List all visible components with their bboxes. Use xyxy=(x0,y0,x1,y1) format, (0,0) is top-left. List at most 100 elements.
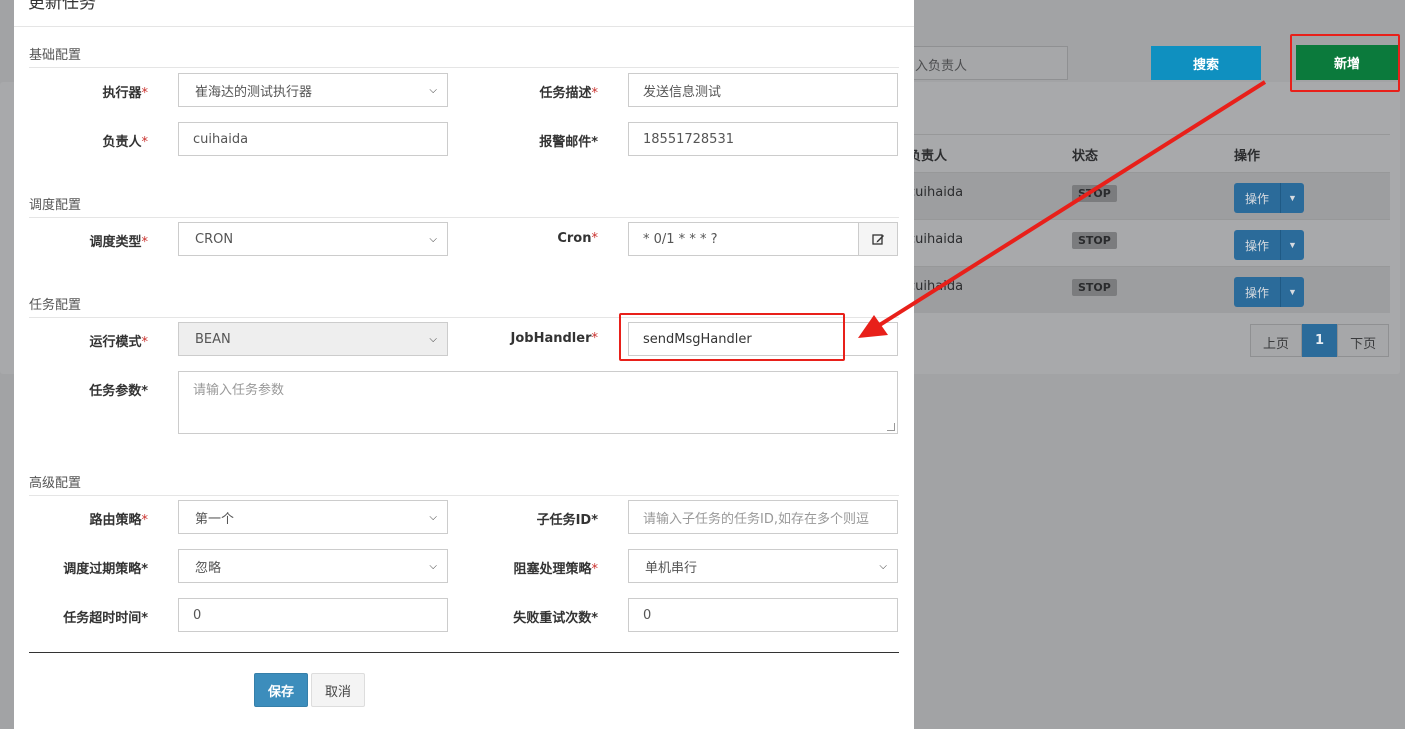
executor-label: 执行器* xyxy=(28,82,148,101)
column-ops: 操作 xyxy=(1234,149,1261,164)
status-badge: STOP xyxy=(1072,279,1117,296)
params-label: 任务参数* xyxy=(89,384,148,399)
executor-value: 崔海达的测试执行器 xyxy=(195,84,313,100)
chevron-down-icon: ⌵ xyxy=(879,560,887,572)
status-badge: STOP xyxy=(1072,232,1117,249)
required-mark: * xyxy=(141,235,149,250)
block-select[interactable]: 单机串行 ⌵ xyxy=(628,549,898,583)
retry-label: 失败重试次数* xyxy=(513,611,598,626)
op-button-group: 操作 ▼ xyxy=(1234,183,1304,213)
desc-input[interactable]: 发送信息测试 xyxy=(628,73,898,107)
job-handler-label-text: JobHandler xyxy=(510,331,592,346)
required-mark: * xyxy=(591,562,599,577)
job-table: 负责人 状态 操作 cuihaida STOP 操作 ▼ cuihaida ST… xyxy=(900,134,1390,313)
executor-label-text: 执行器 xyxy=(102,86,142,101)
table-row: cuihaida STOP 操作 ▼ xyxy=(900,172,1390,219)
op-button[interactable]: 操作 xyxy=(1234,183,1280,213)
cron-edit-button[interactable] xyxy=(858,222,898,256)
chevron-down-icon: ⌵ xyxy=(429,84,437,96)
owner-input[interactable]: cuihaida xyxy=(178,122,448,156)
save-button[interactable]: 保存 xyxy=(254,673,308,707)
timeout-value: 0 xyxy=(193,607,202,623)
table-header: 负责人 状态 操作 xyxy=(900,134,1390,172)
cron-label: Cron* xyxy=(478,231,598,246)
pagination: 上页 1 下页 xyxy=(1250,324,1390,357)
alarm-email-label: 报警邮件* xyxy=(539,135,598,150)
route-value: 第一个 xyxy=(195,511,235,527)
edit-task-modal: 更新任务 基础配置 执行器* 崔海达的测试执行器 ⌵ 任务描述* 发送信息测试 … xyxy=(14,0,914,729)
owner-label: 负责人* xyxy=(28,131,148,150)
row-owner: cuihaida xyxy=(908,232,964,247)
schedule-type-label-text: 调度类型 xyxy=(89,235,142,250)
op-button-group: 操作 ▼ xyxy=(1234,277,1304,307)
params-placeholder: 请输入任务参数 xyxy=(193,383,285,398)
block-label: 阻塞处理策略* xyxy=(478,558,598,577)
table-row: cuihaida STOP 操作 ▼ xyxy=(900,219,1390,266)
section-advanced: 高级配置 xyxy=(29,472,899,496)
search-button[interactable]: 搜索 xyxy=(1151,46,1261,80)
child-id-label: 子任务ID* xyxy=(536,513,598,528)
required-mark: * xyxy=(141,335,149,350)
row-owner: cuihaida xyxy=(908,185,964,200)
run-mode-label-text: 运行模式 xyxy=(89,335,142,350)
timeout-input[interactable]: 0 xyxy=(178,598,448,632)
prev-page-button[interactable]: 上页 xyxy=(1250,324,1303,357)
timeout-label: 任务超时时间* xyxy=(63,611,148,626)
cron-input[interactable]: * 0/1 * * * ? xyxy=(628,222,859,256)
op-dropdown-toggle[interactable]: ▼ xyxy=(1280,230,1304,260)
owner-value: cuihaida xyxy=(193,131,249,147)
route-select[interactable]: 第一个 ⌵ xyxy=(178,500,448,534)
status-badge: STOP xyxy=(1072,185,1117,202)
misfire-value: 忽略 xyxy=(195,560,222,576)
alarm-email-value: 18551728531 xyxy=(643,131,734,147)
table-row: cuihaida STOP 操作 ▼ xyxy=(900,266,1390,313)
op-button[interactable]: 操作 xyxy=(1234,277,1280,307)
params-textarea[interactable]: 请输入任务参数 xyxy=(178,371,898,434)
footer-divider xyxy=(29,652,899,653)
resize-handle-icon[interactable] xyxy=(887,423,895,431)
page-1-button[interactable]: 1 xyxy=(1302,324,1338,357)
caret-down-icon: ▼ xyxy=(1288,287,1297,297)
job-handler-label: JobHandler* xyxy=(478,331,598,346)
section-basic: 基础配置 xyxy=(29,44,899,68)
annotation-box-add xyxy=(1290,34,1400,92)
misfire-label: 调度过期策略* xyxy=(63,562,148,577)
required-mark: * xyxy=(591,231,599,246)
run-mode-select[interactable]: BEAN ⌵ xyxy=(178,322,448,356)
schedule-type-value: CRON xyxy=(195,231,234,247)
cancel-button[interactable]: 取消 xyxy=(311,673,365,707)
required-mark: * xyxy=(141,135,149,150)
next-page-button[interactable]: 下页 xyxy=(1337,324,1390,357)
alarm-email-input[interactable]: 18551728531 xyxy=(628,122,898,156)
desc-label: 任务描述* xyxy=(478,82,598,101)
op-dropdown-toggle[interactable]: ▼ xyxy=(1280,277,1304,307)
route-label: 路由策略* xyxy=(28,509,148,528)
caret-down-icon: ▼ xyxy=(1288,193,1297,203)
chevron-down-icon: ⌵ xyxy=(429,560,437,572)
required-mark: * xyxy=(141,86,149,101)
modal-title: 更新任务 xyxy=(28,0,96,13)
executor-select[interactable]: 崔海达的测试执行器 ⌵ xyxy=(178,73,448,107)
chevron-down-icon: ⌵ xyxy=(429,511,437,523)
cron-value: * 0/1 * * * ? xyxy=(643,231,718,247)
op-dropdown-toggle[interactable]: ▼ xyxy=(1280,183,1304,213)
child-id-placeholder: 请输入子任务的任务ID,如存在多个则逗 xyxy=(643,511,869,527)
retry-value: 0 xyxy=(643,607,652,623)
run-mode-label: 运行模式* xyxy=(28,331,148,350)
required-mark: * xyxy=(591,331,599,346)
edit-icon xyxy=(871,233,884,245)
row-owner: cuihaida xyxy=(908,279,964,294)
run-mode-value: BEAN xyxy=(195,331,231,347)
misfire-select[interactable]: 忽略 ⌵ xyxy=(178,549,448,583)
schedule-type-select[interactable]: CRON ⌵ xyxy=(178,222,448,256)
retry-input[interactable]: 0 xyxy=(628,598,898,632)
block-label-text: 阻塞处理策略 xyxy=(513,562,592,577)
owner-search-input[interactable]: 入负责人 xyxy=(900,46,1068,80)
op-button[interactable]: 操作 xyxy=(1234,230,1280,260)
required-mark: * xyxy=(591,86,599,101)
required-mark: * xyxy=(141,513,149,528)
op-button-group: 操作 ▼ xyxy=(1234,230,1304,260)
child-id-input[interactable]: 请输入子任务的任务ID,如存在多个则逗 xyxy=(628,500,898,534)
cron-label-text: Cron xyxy=(557,231,592,246)
caret-down-icon: ▼ xyxy=(1288,240,1297,250)
